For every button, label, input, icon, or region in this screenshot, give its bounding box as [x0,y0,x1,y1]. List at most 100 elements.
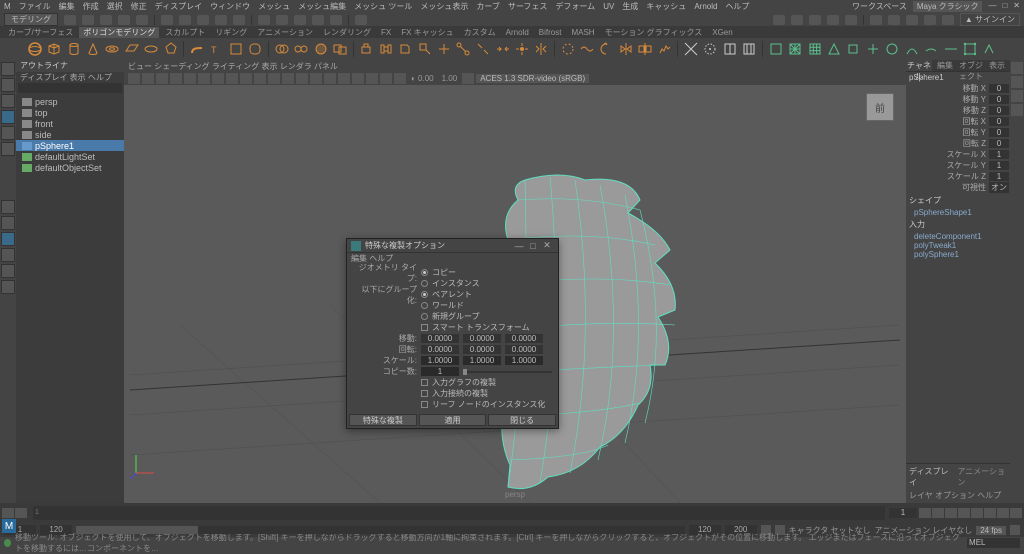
menu-help[interactable]: ヘルプ [725,1,749,12]
triangulate-icon[interactable] [825,40,842,58]
goto-end-icon[interactable] [1010,508,1022,518]
menu-create[interactable]: 作成 [83,1,99,12]
vp-exposure[interactable]: ◐ 0.00 [408,74,437,83]
fps-dropdown[interactable]: 24 fps [976,526,1006,535]
checkbox-instance-leaf[interactable] [421,401,428,408]
vp-dof-icon[interactable] [352,73,364,84]
attr-ry-value[interactable]: 0 [989,128,1009,137]
vp-image-plane-icon[interactable] [156,73,168,84]
vp-2d-pan-icon[interactable] [170,73,182,84]
smooth-icon[interactable] [312,40,329,58]
outliner-item-lightset[interactable]: defaultLightSet [16,151,124,162]
module-dropdown[interactable]: モデリング [4,13,58,26]
apply-button[interactable]: 適用 [419,414,487,426]
move-tool-icon[interactable] [1,110,15,124]
render-icon[interactable] [773,15,785,25]
menu-modify[interactable]: 修正 [131,1,147,12]
vp-textured-icon[interactable] [268,73,280,84]
rotate-y-input[interactable]: 0.0000 [463,345,501,354]
step-back-key-icon[interactable] [932,508,944,518]
select-uv-icon[interactable] [233,15,245,25]
radio-parent[interactable] [421,291,428,298]
torus-icon[interactable] [104,40,121,58]
extrude-icon[interactable] [358,40,375,58]
timeline-menu-icon[interactable] [2,508,14,518]
sculpt-relax-icon[interactable] [942,40,959,58]
attr-rx-value[interactable]: 0 [989,117,1009,126]
cube-icon[interactable] [45,40,62,58]
quad-draw-icon[interactable] [961,40,978,58]
play-back-icon[interactable] [958,508,970,518]
menu-window[interactable]: ウィンドウ [210,1,250,12]
shelf-tab-render[interactable]: レンダリング [319,27,375,38]
redo-icon[interactable] [136,15,148,25]
remesh-icon[interactable] [786,40,803,58]
merge-icon[interactable] [494,40,511,58]
attr-rz-value[interactable]: 0 [989,139,1009,148]
step-back-frame-icon[interactable] [945,508,957,518]
attr-sy-value[interactable]: 1 [989,161,1009,170]
svg-icon[interactable] [227,40,244,58]
layout-four-icon[interactable] [1,216,15,230]
combine-icon[interactable] [273,40,290,58]
cb-input-0[interactable]: deleteComponent1 [906,232,1010,241]
range-bar[interactable] [76,526,685,534]
reduce-icon[interactable] [864,40,881,58]
sculpt-geo-icon[interactable] [903,40,920,58]
attr-editor-icon[interactable] [1011,76,1023,88]
cb-tab-object[interactable]: オブジェクト [958,60,984,71]
vp-xray-joint-icon[interactable] [394,73,406,84]
cylinder-icon[interactable] [65,40,82,58]
attr-vis-value[interactable]: オン [989,182,1009,193]
workspace-dropdown[interactable]: Maya クラシック [913,1,983,12]
vp-motion-blur-icon[interactable] [338,73,350,84]
select-vert-icon[interactable] [179,15,191,25]
cb-tab-show[interactable]: 表示 [984,60,1010,71]
checkbox-input-conn[interactable] [421,390,428,397]
translate-y-input[interactable]: 0.0000 [463,334,501,343]
mirrror-icon[interactable] [637,40,654,58]
snap-plane-icon[interactable] [312,15,324,25]
layout-single-icon[interactable] [1,200,15,214]
menu-surfaces[interactable]: サーフェス [508,1,548,12]
radio-newgroup[interactable] [421,313,428,320]
step-fwd-key-icon[interactable] [997,508,1009,518]
append-icon[interactable] [416,40,433,58]
viewcube[interactable]: 前 [866,93,894,121]
undo-icon[interactable] [118,15,130,25]
layout-outliner-icon[interactable] [1,232,15,246]
attr-sx-value[interactable]: 1 [989,150,1009,159]
radio-world[interactable] [421,302,428,309]
vp-xray-icon[interactable] [380,73,392,84]
menu-arnold[interactable]: Arnold [694,2,717,11]
close-window-icon[interactable]: ✕ [1013,1,1020,12]
scale-tool-icon[interactable] [1,142,15,156]
current-time-input[interactable]: 1 [889,508,917,518]
playback-prefs-icon[interactable] [1010,525,1020,535]
dialog-close-icon[interactable]: ✕ [540,240,554,251]
maximize-window-icon[interactable]: □ [1002,1,1007,12]
command-line-input[interactable]: MEL [967,538,1020,548]
vp-res-gate-icon[interactable] [212,73,224,84]
panel-tool-icon[interactable] [942,15,954,25]
select-by-obj-icon[interactable] [161,15,173,25]
ipr-icon[interactable] [791,15,803,25]
menu-deform[interactable]: デフォーム [555,1,595,12]
shelf-tab-curves[interactable]: カーブ/サーフェス [4,27,77,38]
goto-start-icon[interactable] [919,508,931,518]
dialog-minimize-icon[interactable]: — [512,241,526,251]
tool-settings-icon[interactable] [1011,90,1023,102]
shelf-tab-custom[interactable]: カスタム [460,27,500,38]
menu-generate[interactable]: 生成 [622,1,638,12]
step-fwd-frame-icon[interactable] [984,508,996,518]
shelf-tab-poly[interactable]: ポリゴンモデリング [79,27,159,38]
snap-point-icon[interactable] [294,15,306,25]
scale-z-input[interactable]: 1.0000 [505,356,543,365]
shelf-tab-bifrost[interactable]: Bifrost [535,28,566,37]
shelf-tab-sculpt[interactable]: スカルプト [161,27,209,38]
signin-button[interactable]: ▲ サインイン [960,13,1020,26]
translate-z-input[interactable]: 0.0000 [505,334,543,343]
play-fwd-icon[interactable] [971,508,983,518]
open-scene-icon[interactable] [82,15,94,25]
shelf-tab-rigging[interactable]: リギング [211,27,251,38]
